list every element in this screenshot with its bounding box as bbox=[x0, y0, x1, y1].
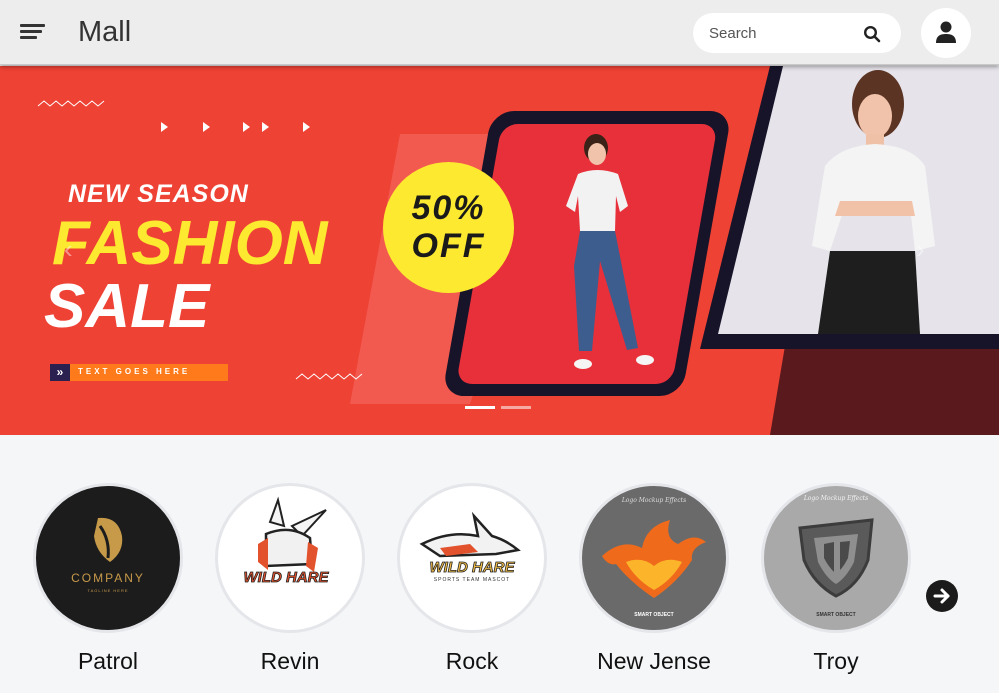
svg-text:SPORTS TEAM MASCOT: SPORTS TEAM MASCOT bbox=[434, 577, 510, 583]
brand-card-new-jense[interactable]: Logo Mockup Effects SMART OBJECT New Jen… bbox=[579, 483, 729, 683]
carousel-prev-arrow-icon[interactable]: ‹ bbox=[64, 236, 84, 262]
brand-card-rock[interactable]: WILD HARE SPORTS TEAM MASCOT Rock bbox=[397, 483, 547, 683]
user-profile-button[interactable] bbox=[921, 8, 971, 58]
brand-name: New Jense bbox=[597, 648, 711, 674]
discount-badge: 50% OFF bbox=[383, 162, 514, 293]
double-chevron-icon: » bbox=[50, 364, 70, 381]
svg-text:Logo Mockup Effects: Logo Mockup Effects bbox=[803, 495, 868, 502]
search-bar[interactable] bbox=[693, 13, 901, 53]
carousel-dot-1[interactable] bbox=[465, 406, 495, 409]
brand-logo-troy: Logo Mockup Effects SMART OBJECT bbox=[761, 483, 911, 633]
svg-text:SMART OBJECT: SMART OBJECT bbox=[634, 612, 673, 618]
carousel-next-arrow-icon[interactable]: › bbox=[916, 236, 936, 262]
brand-logo-revin: WILD HARE bbox=[215, 483, 365, 633]
brand-logo-rock: WILD HARE SPORTS TEAM MASCOT bbox=[397, 483, 547, 633]
carousel-dot-2[interactable] bbox=[501, 406, 531, 409]
svg-text:TAGLINE HERE: TAGLINE HERE bbox=[87, 588, 128, 593]
brand-logo-new-jense: Logo Mockup Effects SMART OBJECT bbox=[579, 483, 729, 633]
banner-headline-3: SALE bbox=[44, 272, 210, 341]
brands-next-button[interactable] bbox=[926, 580, 958, 612]
user-icon bbox=[936, 21, 956, 43]
svg-text:WILD HARE: WILD HARE bbox=[244, 569, 330, 586]
brand-card-revin[interactable]: WILD HARE Revin bbox=[215, 483, 365, 683]
brand-name: Revin bbox=[260, 648, 320, 674]
brand-name: Patrol bbox=[77, 648, 139, 674]
app-header: Mall bbox=[0, 0, 999, 65]
promo-banner-carousel[interactable]: NEW SEASON FASHION SALE » TEXT GOES HERE… bbox=[0, 66, 999, 435]
brand-name: Rock bbox=[445, 648, 499, 674]
svg-text:WILD HARE: WILD HARE bbox=[430, 559, 516, 576]
brand-logo-patrol: COMPANY TAGLINE HERE bbox=[33, 483, 183, 633]
brands-section: COMPANY TAGLINE HERE Patrol WILD HARE Re… bbox=[0, 435, 999, 693]
brand-card-troy[interactable]: Logo Mockup Effects SMART OBJECT Troy bbox=[761, 483, 911, 683]
brand-name: Troy bbox=[813, 648, 859, 674]
banner-tagline: » TEXT GOES HERE bbox=[50, 364, 228, 381]
search-icon[interactable] bbox=[863, 25, 881, 43]
svg-text:COMPANY: COMPANY bbox=[71, 571, 145, 585]
search-input[interactable] bbox=[709, 23, 859, 43]
arrow-right-icon bbox=[933, 588, 950, 604]
banner-headline-1: NEW SEASON bbox=[68, 180, 249, 208]
banner-headline-2: FASHION bbox=[52, 209, 328, 278]
svg-text:Logo Mockup Effects: Logo Mockup Effects bbox=[621, 497, 686, 504]
brand-card-patrol[interactable]: COMPANY TAGLINE HERE Patrol bbox=[33, 483, 183, 683]
app-title: Mall bbox=[78, 16, 132, 48]
svg-text:SMART OBJECT: SMART OBJECT bbox=[816, 612, 855, 618]
hamburger-menu-icon[interactable] bbox=[20, 24, 46, 44]
